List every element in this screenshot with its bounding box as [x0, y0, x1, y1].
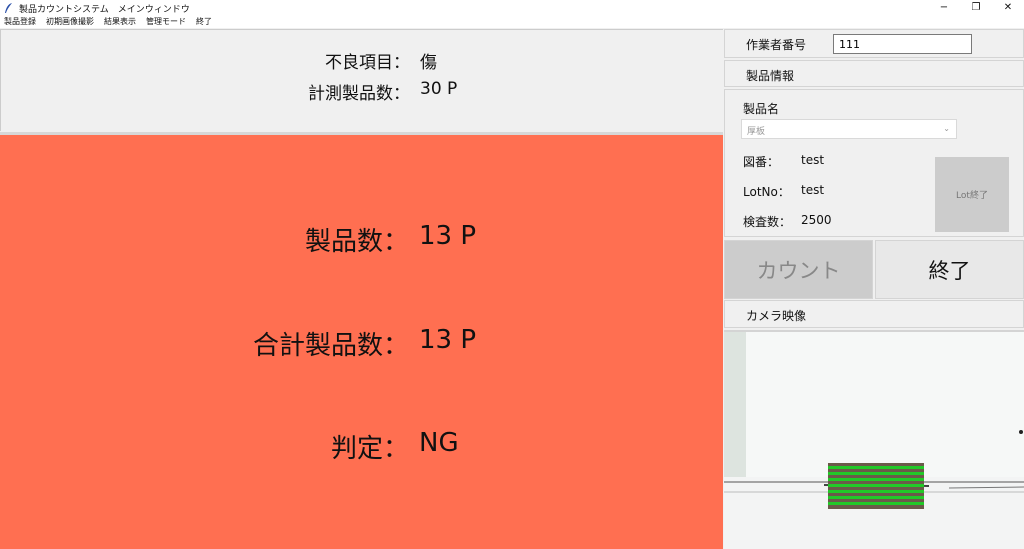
lot-value: test: [801, 183, 825, 197]
worker-id-input[interactable]: [833, 34, 972, 54]
maximize-button[interactable]: ❐: [960, 0, 992, 16]
menu-product-register[interactable]: 製品登録: [0, 16, 41, 28]
product-name-value: 厚板: [747, 127, 766, 137]
title-bar: 製品カウントシステム メインウィンドウ − ❐ ✕: [0, 0, 1024, 16]
count-value: 13 P: [419, 221, 477, 251]
defect-row: 不良項目： 傷: [1, 48, 724, 73]
worker-bar: 作業者番号: [724, 29, 1024, 58]
camera-image: [724, 332, 1024, 549]
camera-label: カメラ映像: [746, 309, 807, 323]
measurement-panel: 不良項目： 傷 計測製品数： 30 P: [0, 29, 723, 131]
product-info-label: 製品情報: [746, 69, 795, 83]
menu-admin-mode[interactable]: 管理モード: [141, 16, 191, 28]
drawing-value: test: [801, 153, 825, 167]
total-label: 合計製品数：: [252, 331, 409, 361]
measured-label: 計測製品数：: [308, 84, 410, 104]
side-panel: 作業者番号 製品情報 製品名 厚板 ⌄ 図番： test LotNo： test…: [724, 29, 1024, 549]
inspect-value: 2500: [801, 213, 832, 227]
inspect-label: 検査数：: [743, 215, 792, 229]
defect-value: 傷: [420, 53, 437, 73]
close-button[interactable]: ✕: [992, 0, 1024, 16]
worker-label: 作業者番号: [746, 38, 807, 52]
minimize-button[interactable]: −: [928, 0, 960, 16]
judge-value: NG: [419, 428, 459, 458]
defect-label: 不良項目：: [325, 53, 410, 73]
total-value: 13 P: [419, 325, 477, 355]
lot-end-button[interactable]: Lot終了: [935, 157, 1009, 232]
menu-initial-capture[interactable]: 初期画像撮影: [41, 16, 99, 28]
window-controls: − ❐ ✕: [928, 0, 1024, 16]
window-title: 製品カウントシステム メインウィンドウ: [19, 4, 190, 15]
lot-label: LotNo：: [743, 185, 790, 199]
measured-row: 計測製品数： 30 P: [1, 79, 724, 104]
measured-value: 30 P: [420, 79, 458, 99]
drawing-label: 図番：: [743, 155, 780, 169]
total-row: 合計製品数： 13 P: [0, 325, 723, 362]
feather-icon: [5, 3, 12, 13]
product-name-select[interactable]: 厚板 ⌄: [741, 119, 957, 139]
product-name-label: 製品名: [743, 102, 780, 116]
camera-feed: [724, 330, 1024, 549]
result-panel: 製品数： 13 P 合計製品数： 13 P 判定： NG: [0, 132, 723, 549]
judge-label: 判定：: [330, 434, 409, 464]
camera-bar: カメラ映像: [724, 300, 1024, 328]
count-button[interactable]: カウント: [724, 240, 873, 299]
end-button[interactable]: 終了: [875, 240, 1024, 299]
menu-exit[interactable]: 終了: [191, 16, 217, 28]
count-label: 製品数：: [304, 227, 409, 257]
menu-bar: 製品登録 初期画像撮影 結果表示 管理モード 終了: [0, 16, 1024, 28]
product-info-bar: 製品情報: [724, 60, 1024, 87]
menu-result-display[interactable]: 結果表示: [99, 16, 141, 28]
judge-row: 判定： NG: [0, 428, 723, 465]
product-info-box: 製品名 厚板 ⌄ 図番： test LotNo： test 検査数： 2500 …: [724, 89, 1024, 237]
chevron-down-icon: ⌄: [943, 124, 950, 133]
count-row: 製品数： 13 P: [0, 221, 723, 258]
